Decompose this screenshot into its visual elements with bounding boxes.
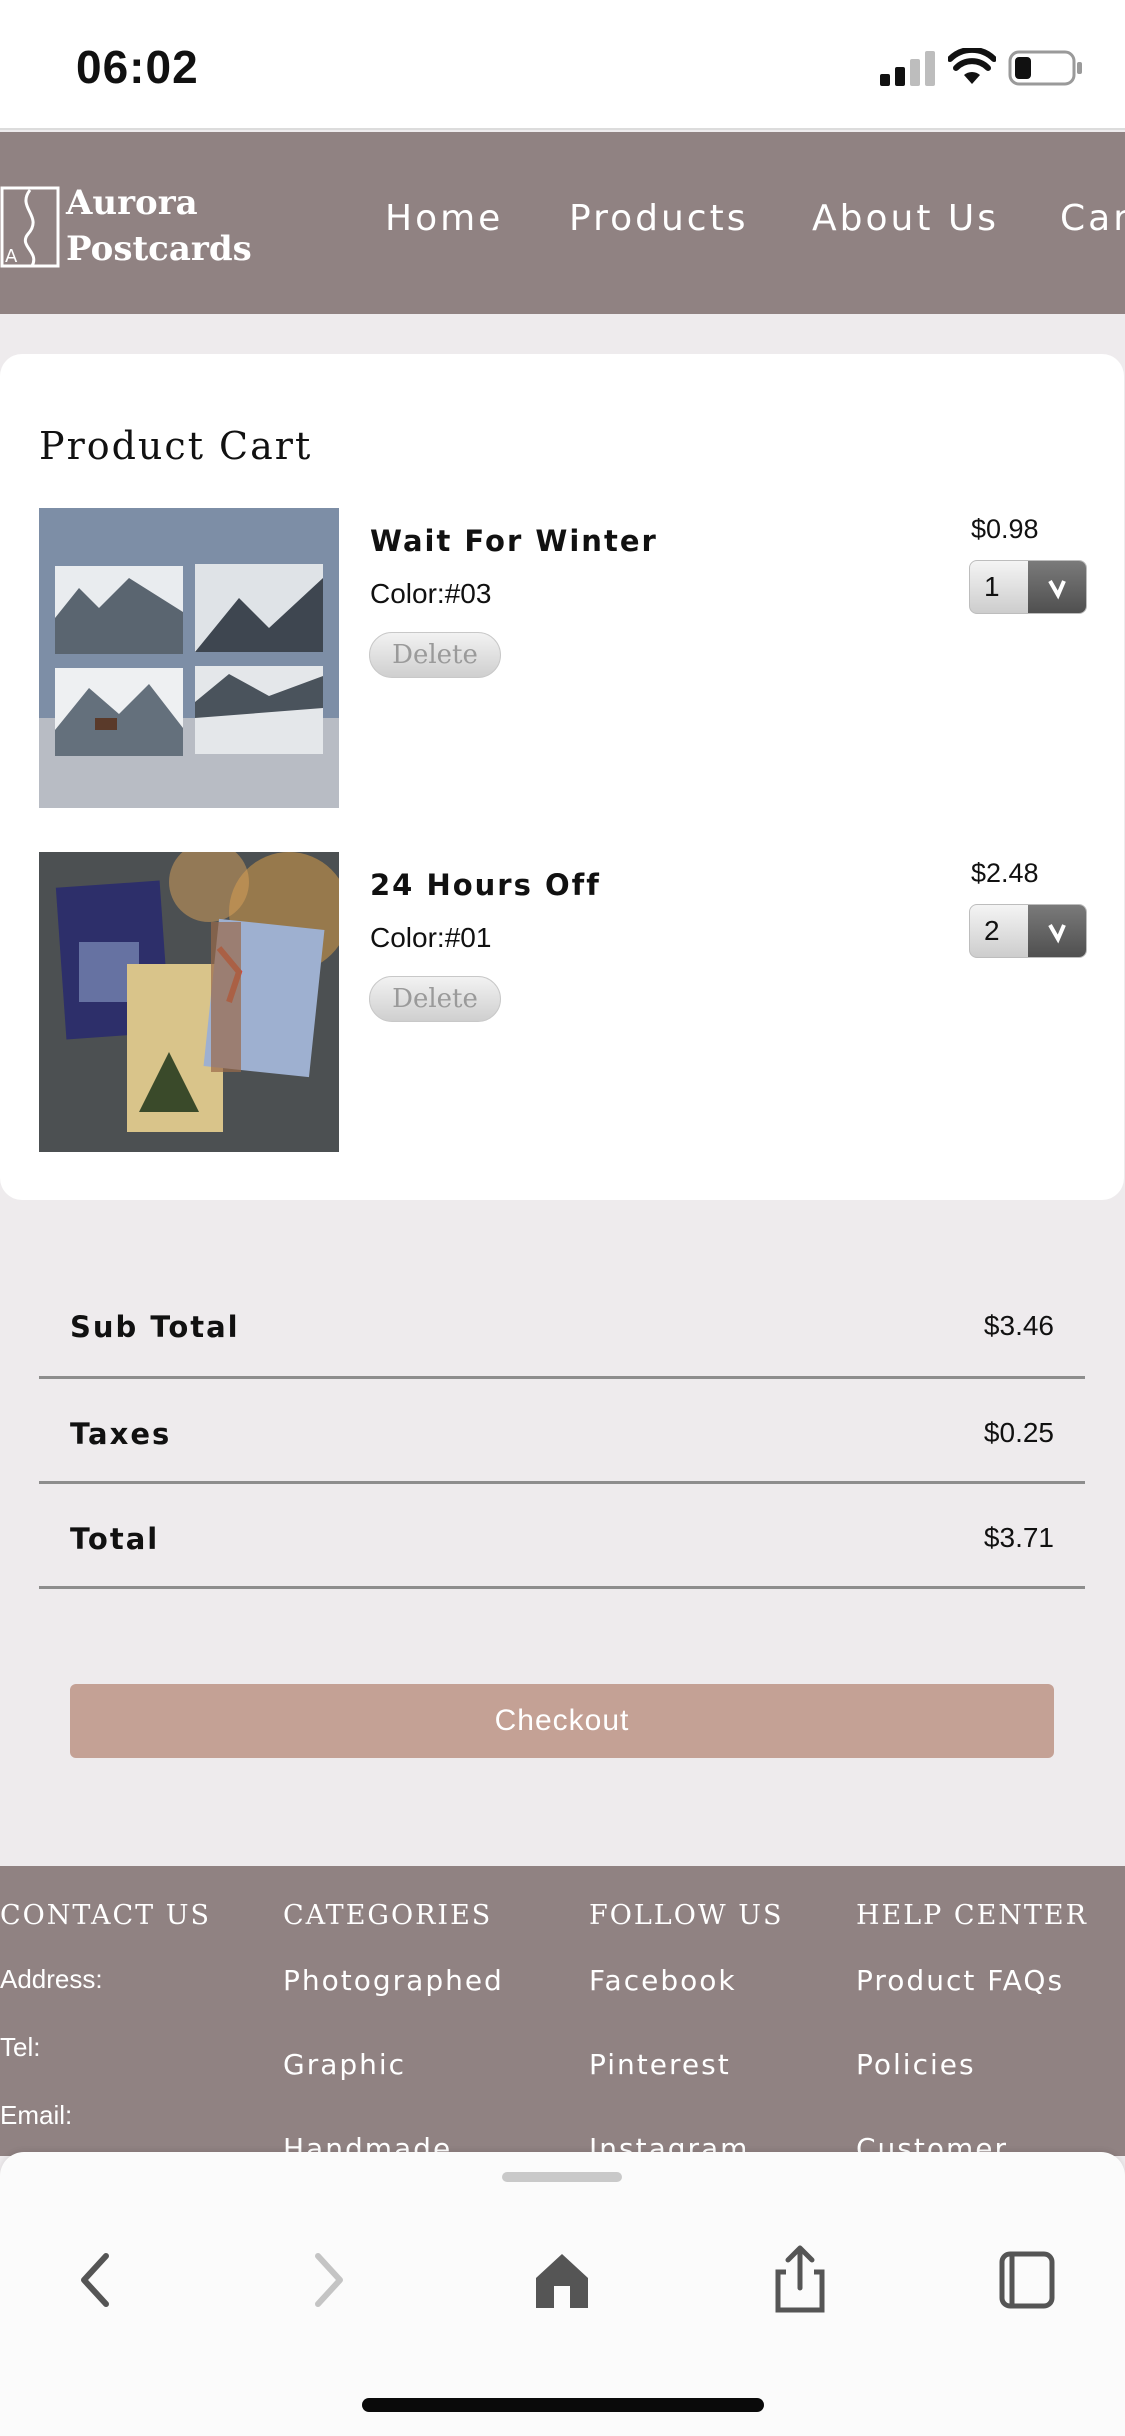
home-icon[interactable] [522, 2240, 602, 2320]
checkout-button[interactable]: Checkout [70, 1684, 1054, 1758]
product-price: $0.98 [971, 514, 1039, 544]
footer-heading: CONTACT US [0, 1900, 211, 1931]
product-image[interactable] [39, 852, 339, 1152]
total-label: Total [70, 1522, 160, 1556]
svg-text:A: A [5, 246, 18, 267]
footer-link-facebook[interactable]: Facebook [589, 1964, 783, 2048]
share-icon[interactable] [760, 2240, 840, 2320]
product-image[interactable] [39, 508, 339, 808]
logo-mark-icon: A [0, 186, 60, 268]
total-amount: $3.71 [983, 1522, 1054, 1553]
status-time: 06:02 [76, 41, 199, 93]
cart-item: Wait For Winter Color:#03 Delete $0.98 1 [39, 508, 1089, 808]
product-name[interactable]: Wait For Winter [370, 524, 658, 558]
subtotal-row: Sub Total $3.46 [39, 1274, 1085, 1379]
subtotal-amount: $3.46 [983, 1310, 1054, 1341]
footer-follow: FOLLOW US Facebook Pinterest Instagram [589, 1900, 783, 2156]
footer-heading: CATEGORIES [283, 1900, 493, 1931]
tabs-icon[interactable] [988, 2240, 1068, 2320]
site-header: A Aurora Postcards Home Products About U… [0, 132, 1125, 314]
product-price: $2.48 [971, 858, 1039, 888]
nav-products[interactable]: Products [569, 198, 748, 239]
contact-email: Email: [0, 2100, 73, 2130]
footer-heading: HELP CENTER [856, 1900, 1088, 1931]
back-icon[interactable] [56, 2240, 136, 2320]
product-name[interactable]: 24 Hours Off [370, 868, 601, 902]
product-cart: Product Cart Wait For Winter Color:#03 D… [0, 354, 1124, 1200]
footer-heading: FOLLOW US [589, 1900, 784, 1931]
quantity-value: 1 [984, 571, 1000, 602]
chevron-down-icon [1028, 905, 1086, 957]
footer-contact: CONTACT US Address: Tel: Email: [0, 1900, 211, 2156]
browser-toolbar [0, 2152, 1125, 2436]
logo-line2: Postcards [66, 229, 252, 269]
logo-line1: Aurora [66, 183, 198, 223]
nav-home[interactable]: Home [385, 198, 503, 239]
chevron-down-icon [1028, 561, 1086, 613]
quantity-select[interactable]: 2 [969, 904, 1087, 958]
cellular-signal-icon [880, 51, 935, 86]
site-footer: CONTACT US Address: Tel: Email: CATEGORI… [0, 1866, 1125, 2156]
cart-title: Product Cart [39, 424, 313, 468]
quantity-value: 2 [984, 915, 1000, 946]
footer-link-photographed[interactable]: Photographed [283, 1964, 504, 2048]
wifi-icon [948, 48, 996, 84]
contact-tel: Tel: [0, 2032, 41, 2062]
quantity-select[interactable]: 1 [969, 560, 1087, 614]
taxes-row: Taxes $0.25 [39, 1379, 1085, 1484]
footer-link-pinterest[interactable]: Pinterest [589, 2048, 783, 2132]
product-color: Color:#03 [370, 578, 492, 609]
footer-link-graphic[interactable]: Graphic [283, 2048, 504, 2132]
forward-icon[interactable] [288, 2240, 368, 2320]
drag-handle[interactable] [502, 2172, 622, 2182]
product-color: Color:#01 [370, 922, 492, 953]
total-row: Total $3.71 [39, 1484, 1085, 1589]
taxes-amount: $0.25 [983, 1417, 1054, 1448]
site-logo[interactable]: A Aurora Postcards [0, 178, 252, 270]
footer-link-policies[interactable]: Policies [856, 2048, 1125, 2132]
cart-item: 24 Hours Off Color:#01 Delete $2.48 2 [39, 852, 1089, 1152]
subtotal-label: Sub Total [70, 1310, 240, 1344]
footer-categories: CATEGORIES Photographed Graphic Handmade [283, 1900, 504, 2156]
home-indicator[interactable] [362, 2398, 764, 2412]
battery-icon [1008, 50, 1082, 86]
contact-address: Address: [0, 1964, 103, 1994]
footer-link-product-faqs[interactable]: Product FAQs [856, 1964, 1125, 2048]
taxes-label: Taxes [70, 1417, 172, 1451]
delete-button[interactable]: Delete [369, 632, 501, 678]
status-bar: 06:02 [0, 0, 1125, 130]
nav-cart[interactable]: Cart [1060, 198, 1125, 239]
footer-help: HELP CENTER Product FAQs Policies Custom… [856, 1900, 1125, 2156]
order-summary: Sub Total $3.46 Taxes $0.25 Total $3.71 [39, 1274, 1085, 1589]
nav-about-us[interactable]: About Us [812, 198, 999, 239]
delete-button[interactable]: Delete [369, 976, 501, 1022]
